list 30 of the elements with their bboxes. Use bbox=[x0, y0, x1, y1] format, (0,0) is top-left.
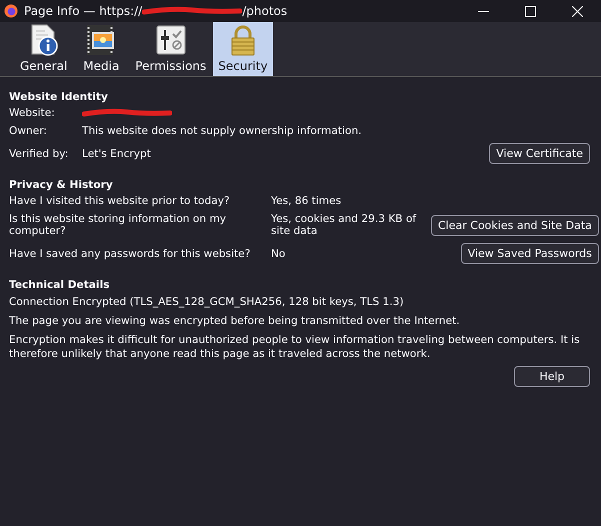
detail-text: Connection Encrypted (TLS_AES_128_GCM_SHA256, 128 bit keys, TLS 1.3) bbox=[9, 295, 405, 310]
detail-text: The page you are viewing was encrypted before being transmitted over the Internet. bbox=[9, 314, 461, 329]
close-icon[interactable] bbox=[572, 6, 583, 16]
question-label: Have I saved any passwords for this website? bbox=[9, 248, 252, 260]
field-label: Website: bbox=[9, 107, 56, 119]
section-heading: Technical Details bbox=[9, 279, 111, 291]
section-heading: Website Identity bbox=[9, 91, 109, 103]
action-button[interactable]: View Saved Passwords bbox=[460, 243, 599, 264]
window-title: Page Info — https:// bbox=[24, 4, 142, 18]
help-button[interactable]: Help bbox=[514, 366, 590, 388]
detail-text: Encryption makes it difficult for unauthorized people to view information traveling between computers. It is therefore unlikely that anyone read this page as it traveled across the network. bbox=[9, 332, 581, 362]
tab[interactable]: Permissions bbox=[130, 22, 212, 76]
field-value: This website does not supply ownership information. bbox=[82, 125, 363, 137]
window-title: /photos bbox=[242, 4, 288, 18]
field-label: Verified by: bbox=[9, 148, 70, 160]
tab[interactable]: General bbox=[15, 22, 72, 76]
question-label: Have I visited this website prior to today? bbox=[9, 195, 231, 207]
answer-value: Yes, cookies and 29.3 KB of site data bbox=[271, 213, 418, 237]
question-label: Is this website storing information on my computer? bbox=[9, 213, 228, 237]
answer-value: No bbox=[271, 248, 286, 260]
field-value: Let's Encrypt bbox=[82, 148, 152, 160]
section-heading: Privacy & History bbox=[9, 179, 114, 191]
field-label: Owner: bbox=[9, 125, 48, 137]
maximize-icon[interactable] bbox=[525, 6, 536, 16]
answer-value: Yes, 86 times bbox=[271, 195, 342, 207]
tab[interactable]: Security bbox=[213, 22, 273, 76]
browser-logo-icon bbox=[4, 4, 18, 18]
view-certificate-button[interactable]: View Certificate bbox=[489, 143, 590, 164]
tab[interactable]: Media bbox=[74, 22, 128, 76]
action-button[interactable]: Clear Cookies and Site Data bbox=[431, 214, 599, 236]
